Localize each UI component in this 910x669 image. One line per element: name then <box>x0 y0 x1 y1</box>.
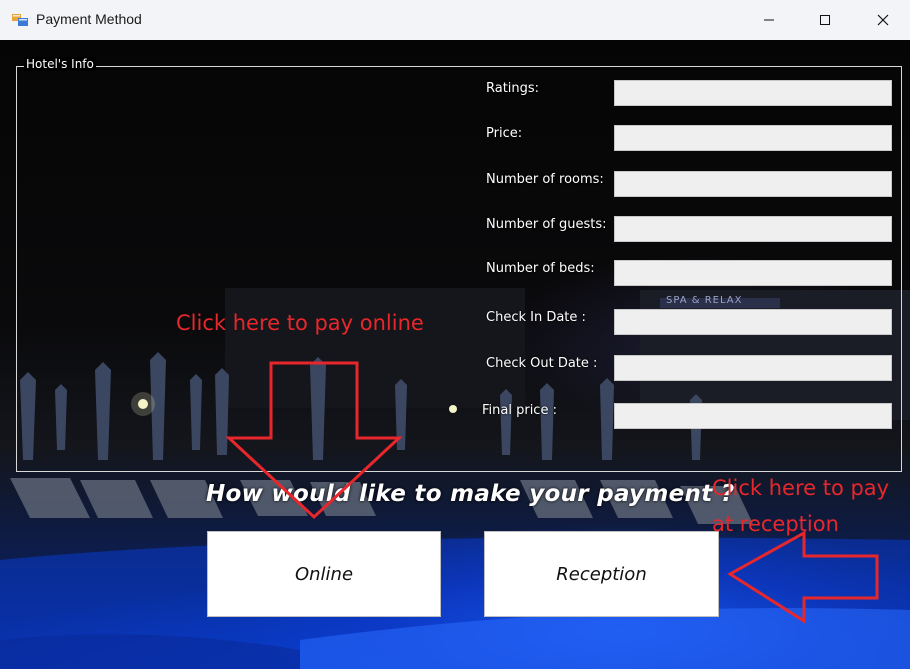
ratings-label: Ratings: <box>486 81 540 96</box>
reception-annotation-text-line1: Click here to pay <box>712 476 890 500</box>
online-button[interactable]: Online <box>207 531 441 617</box>
online-annotation-text: Click here to pay online <box>176 311 424 335</box>
title-bar: Payment Method <box>0 0 910 41</box>
check-out-date-label: Check Out Date : <box>486 356 598 371</box>
number-of-rooms-field[interactable] <box>614 171 892 197</box>
check-in-date-label: Check In Date : <box>486 310 586 325</box>
price-label: Price: <box>486 126 523 141</box>
maximize-icon <box>820 15 830 25</box>
number-of-guests-field[interactable] <box>614 216 892 242</box>
close-icon <box>877 14 889 26</box>
window-title: Payment Method <box>36 11 142 27</box>
ratings-field[interactable] <box>614 80 892 106</box>
number-of-beds-label: Number of beds: <box>486 261 595 276</box>
price-field[interactable] <box>614 125 892 151</box>
final-price-field[interactable] <box>614 403 892 429</box>
payment-method-window: Payment Method SPA & RELAX Hotel's Info … <box>0 0 910 669</box>
payment-question: How would like to make your payment ? <box>206 481 735 507</box>
app-icon <box>12 14 28 26</box>
number-of-rooms-label: Number of rooms: <box>486 172 604 187</box>
reception-button[interactable]: Reception <box>484 531 719 617</box>
reception-annotation-text-line2: at reception <box>712 512 839 536</box>
minimize-button[interactable] <box>746 0 792 40</box>
number-of-beds-field[interactable] <box>614 260 892 286</box>
minimize-icon <box>764 19 774 21</box>
maximize-button[interactable] <box>802 0 848 40</box>
check-out-date-field[interactable] <box>614 355 892 381</box>
check-in-date-field[interactable] <box>614 309 892 335</box>
number-of-guests-label: Number of guests: <box>486 217 607 232</box>
hotel-info-title: Hotel's Info <box>24 57 96 71</box>
final-price-label: Final price : <box>482 403 557 418</box>
close-button[interactable] <box>860 0 906 40</box>
